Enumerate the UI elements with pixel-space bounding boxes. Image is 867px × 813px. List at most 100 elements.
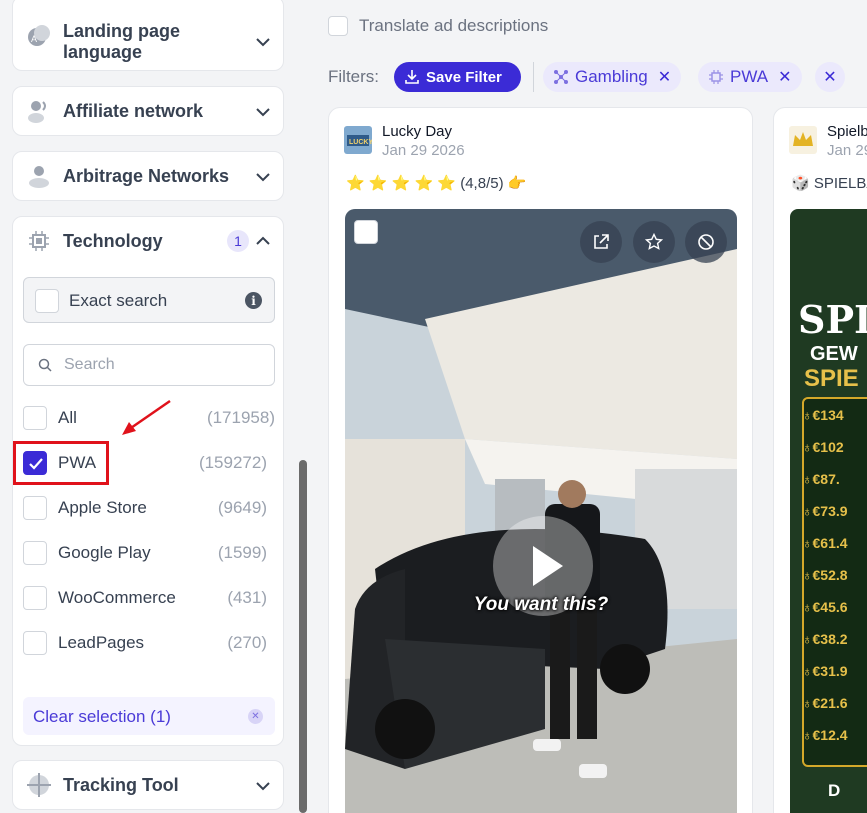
option-google-play[interactable]: Google Play (1599) — [23, 539, 267, 567]
close-icon[interactable]: ✕ — [778, 67, 791, 87]
translate-checkbox[interactable] — [328, 16, 348, 36]
favorite-button[interactable] — [633, 221, 675, 263]
crosshair-icon — [25, 771, 53, 799]
open-external-button[interactable] — [580, 221, 622, 263]
people-icon — [25, 162, 53, 190]
option-label: WooCommerce — [58, 588, 176, 607]
advertiser-name[interactable]: Lucky Day — [382, 123, 452, 140]
filter-arbitrage-networks[interactable]: Arbitrage Networks — [12, 151, 284, 201]
exact-search-row[interactable]: Exact search i — [23, 277, 275, 323]
prize-item: ♁€102 — [802, 439, 844, 455]
network-icon — [554, 70, 568, 84]
option-label: All — [58, 408, 77, 427]
save-filter-label: Save Filter — [426, 68, 502, 86]
prize-item: ♁€21.6 — [802, 695, 848, 711]
option-label: LeadPages — [58, 633, 145, 652]
ad-text: 🎲 SPIELBA — [791, 175, 867, 192]
chip-label: PWA — [730, 67, 769, 86]
creative-line: SPIE — [804, 365, 859, 392]
option-count: (171958) — [206, 408, 275, 427]
exact-search-label: Exact search — [69, 291, 168, 310]
filter-landing-page-language[interactable]: A Landing page language — [12, 0, 284, 71]
filter-title: Landing page language — [63, 21, 180, 62]
option-apple-store[interactable]: Apple Store (9649) — [23, 494, 267, 522]
info-icon[interactable]: i — [245, 292, 262, 309]
clear-selection-button[interactable]: Clear selection (1) ✕ — [23, 697, 275, 735]
app-root: A Landing page language Affiliate networ… — [0, 0, 867, 813]
filter-chip-pwa[interactable]: PWA ✕ — [698, 62, 802, 92]
technology-search[interactable] — [23, 344, 275, 386]
video-thumbnail — [345, 209, 737, 813]
option-count: (270) — [227, 633, 267, 652]
filter-affiliate-network[interactable]: Affiliate network — [12, 86, 284, 136]
chevron-down-icon[interactable] — [253, 167, 273, 187]
annotation-highlight-box — [13, 441, 109, 485]
prize-item: ♁€87. — [802, 471, 840, 487]
ad-media[interactable]: SPI GEW SPIE ♁€134 ♁€102 ♁€87. ♁€73.9 ♁€… — [790, 209, 867, 813]
option-checkbox[interactable] — [23, 586, 47, 610]
prize-item: ♁€45.6 — [802, 599, 848, 615]
sidebar-scrollbar[interactable] — [299, 460, 307, 813]
translate-label: Translate ad descriptions — [359, 16, 549, 35]
option-leadpages[interactable]: LeadPages (270) — [23, 629, 267, 657]
ad-card[interactable]: Spielb Jan 29 🎲 SPIELBA SPI GEW SPIE ♁€1… — [773, 107, 867, 813]
ad-card[interactable]: LUCKY Lucky Day Jan 29 2026 ⭐ ⭐ ⭐ ⭐ ⭐ (4… — [328, 107, 753, 813]
creative-title: SPI — [798, 297, 867, 342]
exact-search-checkbox[interactable] — [35, 289, 59, 313]
chevron-down-icon[interactable] — [253, 32, 273, 52]
prize-item: ♁€52.8 — [802, 567, 848, 583]
select-ad-checkbox[interactable] — [354, 220, 378, 244]
option-count: (431) — [227, 588, 267, 607]
clear-selection-label: Clear selection (1) — [33, 707, 171, 726]
filter-title: Tracking Tool — [63, 775, 179, 795]
ad-date: Jan 29 2026 — [382, 142, 465, 159]
prize-item: ♁€38.2 — [802, 631, 848, 647]
selection-count-badge: 1 — [227, 230, 249, 252]
prize-item: ♁€12.4 — [802, 727, 848, 743]
chevron-up-icon[interactable] — [253, 231, 273, 251]
block-button[interactable] — [685, 221, 727, 263]
chip-icon — [25, 227, 53, 255]
creative-line: GEW — [810, 343, 858, 365]
option-checkbox[interactable] — [23, 406, 47, 430]
chip-label: Gambling — [575, 67, 648, 86]
download-icon — [405, 70, 419, 84]
language-icon: A — [25, 22, 53, 50]
filter-title: Arbitrage Networks — [63, 166, 230, 186]
advertiser-name[interactable]: Spielb — [827, 123, 867, 140]
save-filter-button[interactable]: Save Filter — [394, 62, 521, 92]
divider — [533, 62, 534, 92]
star-icon — [645, 233, 663, 250]
filter-title: Affiliate network — [63, 101, 204, 121]
affiliate-icon — [25, 97, 53, 125]
filters-label: Filters: — [328, 67, 379, 86]
option-checkbox[interactable] — [23, 496, 47, 520]
annotation-arrow-icon — [122, 399, 171, 435]
chevron-down-icon[interactable] — [253, 776, 273, 796]
filter-tracking-tool[interactable]: Tracking Tool — [12, 760, 284, 810]
search-icon — [38, 358, 52, 372]
block-icon — [698, 234, 714, 250]
clear-all-filters-button[interactable]: ✕ — [815, 62, 845, 92]
svg-text:A: A — [31, 34, 37, 44]
chevron-down-icon[interactable] — [253, 102, 273, 122]
close-icon[interactable]: ✕ — [658, 67, 671, 87]
search-input[interactable] — [64, 354, 264, 376]
filter-title[interactable]: Technology — [63, 231, 163, 252]
prize-item: ♁€134 — [802, 407, 844, 423]
option-label: Apple Store — [58, 498, 147, 517]
prize-item: ♁€31.9 — [802, 663, 848, 679]
prize-item: ♁€61.4 — [802, 535, 848, 551]
filter-chip-gambling[interactable]: Gambling ✕ — [543, 62, 682, 92]
chip-icon — [709, 70, 723, 84]
ad-media[interactable]: You want this? — [345, 209, 737, 813]
option-woocommerce[interactable]: WooCommerce (431) — [23, 584, 267, 612]
ad-date: Jan 29 — [827, 142, 867, 159]
main-content: Translate ad descriptions Filters: Save … — [308, 0, 867, 813]
option-count: (1599) — [217, 543, 267, 562]
option-checkbox[interactable] — [23, 631, 47, 655]
external-link-icon — [594, 234, 609, 249]
option-label: Google Play — [58, 543, 151, 562]
close-icon[interactable]: ✕ — [248, 709, 263, 724]
option-checkbox[interactable] — [23, 541, 47, 565]
